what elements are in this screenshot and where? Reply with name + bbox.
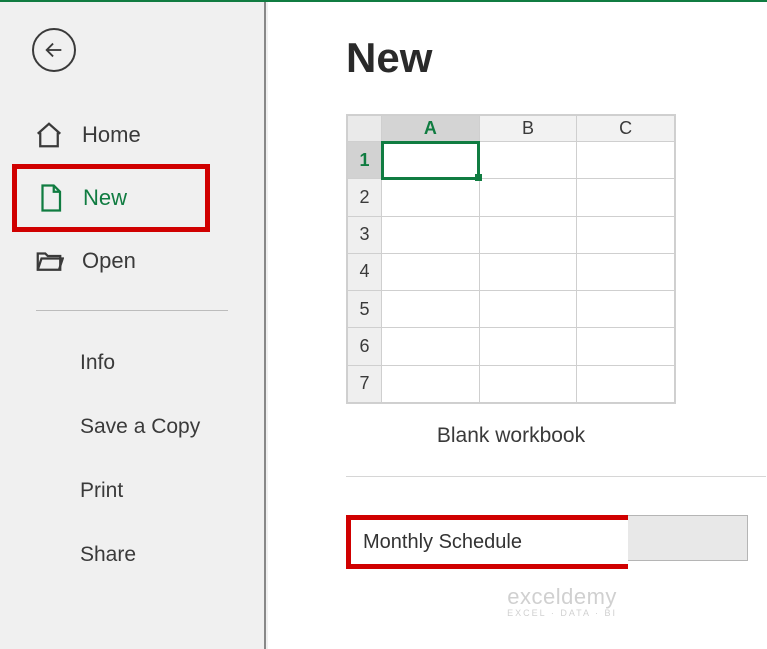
back-button[interactable]	[32, 28, 76, 72]
home-icon	[34, 120, 64, 150]
arrow-left-icon	[43, 39, 65, 61]
page-title: New	[346, 34, 767, 82]
col-header-a: A	[382, 116, 480, 142]
sub-nav-list: Info Save a Copy Print Share	[0, 331, 264, 587]
nav-divider	[36, 310, 228, 311]
nav-item-open[interactable]: Open	[0, 232, 264, 290]
nav-item-new[interactable]: New	[12, 164, 210, 232]
nav-label: Save a Copy	[80, 415, 200, 438]
cell-a1	[382, 142, 480, 179]
row-header: 5	[348, 291, 382, 328]
watermark: exceldemy EXCEL · DATA · BI	[507, 585, 617, 619]
folder-open-icon	[34, 246, 64, 276]
row-header: 4	[348, 253, 382, 290]
template-search-row	[346, 515, 766, 569]
search-input-wrap	[346, 515, 628, 569]
col-header-c: C	[577, 116, 675, 142]
watermark-text: exceldemy	[507, 585, 617, 609]
row-header: 7	[348, 365, 382, 402]
nav-item-home[interactable]: Home	[0, 106, 264, 164]
nav-label: Share	[80, 543, 136, 566]
nav-list: Home New Open Info	[0, 106, 264, 587]
document-icon	[35, 183, 65, 213]
main-panel: New A B C 1 2 3 4 5 6 7	[268, 2, 767, 649]
row-header: 1	[348, 142, 382, 179]
nav-item-share[interactable]: Share	[0, 523, 264, 587]
section-divider	[346, 476, 766, 477]
backstage-sidebar: Home New Open Info	[0, 2, 266, 649]
nav-item-info[interactable]: Info	[0, 331, 264, 395]
template-search-input[interactable]	[351, 520, 640, 564]
template-tile-label: Blank workbook	[346, 424, 676, 448]
nav-label: New	[83, 185, 127, 211]
blank-workbook-thumbnail: A B C 1 2 3 4 5 6 7	[346, 114, 676, 404]
nav-label: Info	[80, 351, 115, 374]
watermark-subtext: EXCEL · DATA · BI	[507, 609, 617, 619]
nav-label: Print	[80, 479, 123, 502]
nav-label: Open	[82, 248, 136, 274]
row-header: 3	[348, 216, 382, 253]
template-tile-blank-workbook[interactable]: A B C 1 2 3 4 5 6 7 Blank workbook	[346, 114, 676, 448]
col-header-b: B	[479, 116, 577, 142]
row-header: 6	[348, 328, 382, 365]
nav-label: Home	[82, 122, 141, 148]
nav-item-save-a-copy[interactable]: Save a Copy	[0, 395, 264, 459]
row-header: 2	[348, 179, 382, 216]
template-search-button[interactable]	[628, 515, 748, 561]
corner-cell	[348, 116, 382, 142]
nav-item-print[interactable]: Print	[0, 459, 264, 523]
